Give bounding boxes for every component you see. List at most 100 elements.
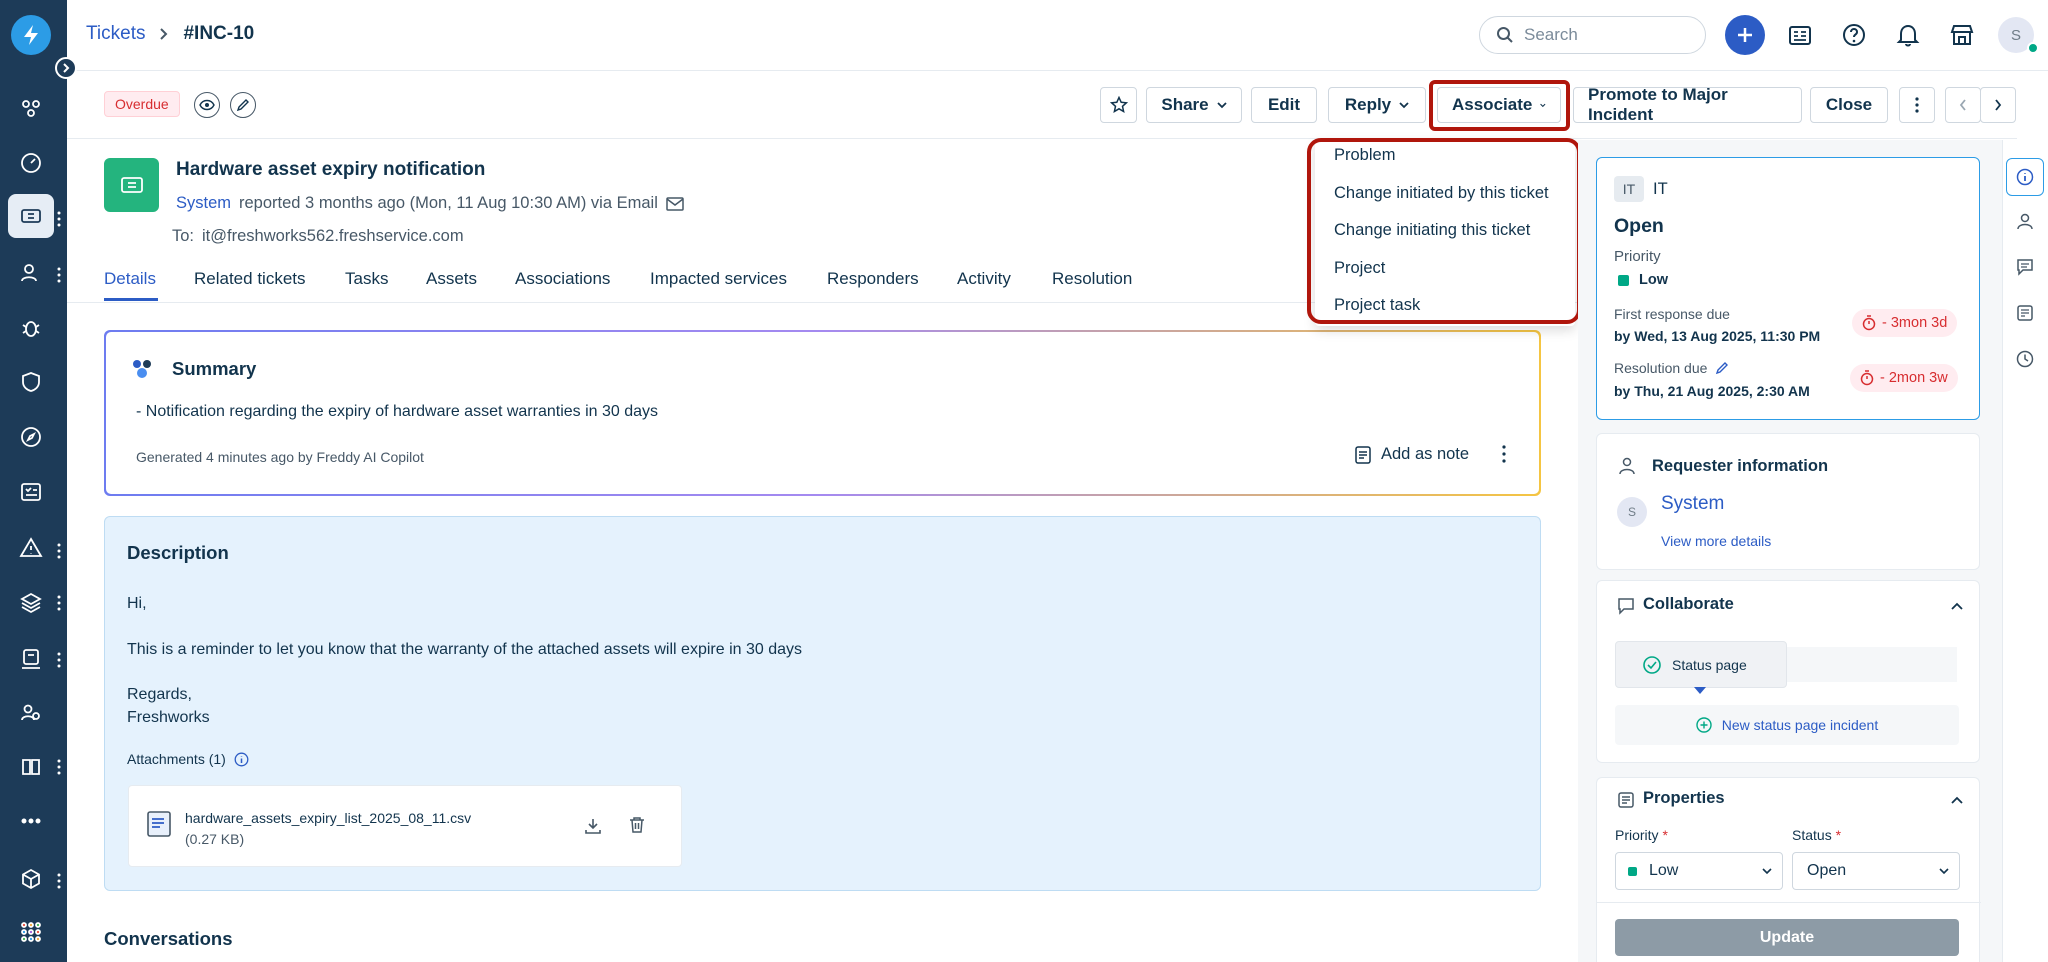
edit-button[interactable]: Edit <box>1251 87 1317 123</box>
search-input[interactable]: Search <box>1479 16 1706 54</box>
plus-icon <box>1738 28 1752 42</box>
more-horizontal-nav-icon[interactable] <box>13 803 49 839</box>
online-status-dot <box>2027 42 2039 54</box>
menu-item-change-initiating[interactable]: Change initiating this ticket <box>1334 221 1530 240</box>
checklist-nav-icon[interactable] <box>13 474 49 510</box>
attachment-file[interactable]: hardware_assets_expiry_list_2025_08_11.c… <box>128 785 682 867</box>
menu-item-project-task[interactable]: Project task <box>1334 296 1420 315</box>
info-icon[interactable] <box>234 752 249 767</box>
add-as-note-button[interactable]: Add as note <box>1355 445 1469 464</box>
layers-nav-icon[interactable] <box>13 585 49 621</box>
chevron-right-icon <box>1995 99 2002 111</box>
chevron-up-icon[interactable] <box>1951 602 1963 610</box>
status-select-value: Open <box>1807 862 1847 879</box>
nav-more-icon[interactable] <box>56 873 62 889</box>
reply-button[interactable]: Reply <box>1328 87 1426 123</box>
view-more-details-link[interactable]: View more details <box>1661 533 1771 549</box>
apps-grid-icon[interactable] <box>13 914 49 950</box>
new-status-page-incident-button[interactable]: New status page incident <box>1615 705 1959 745</box>
tab-tasks[interactable]: Tasks <box>345 269 388 289</box>
speedometer-nav-icon[interactable] <box>13 145 49 181</box>
associate-button[interactable]: Associate <box>1437 87 1561 123</box>
watch-button[interactable] <box>194 92 220 118</box>
contact-icon[interactable] <box>2016 212 2034 230</box>
comments-icon[interactable] <box>2016 258 2034 276</box>
download-icon[interactable] <box>584 817 602 835</box>
priority-label: Priority <box>1614 248 1661 265</box>
status-select[interactable]: Open <box>1792 852 1960 890</box>
nav-more-icon[interactable] <box>56 267 62 283</box>
requester-link[interactable]: System <box>176 194 231 213</box>
share-label: Share <box>1161 95 1209 114</box>
book-nav-icon[interactable] <box>13 749 49 785</box>
chat-icon <box>1618 598 1634 615</box>
tab-details[interactable]: Details <box>104 269 156 289</box>
tab-resolution[interactable]: Resolution <box>1052 269 1132 289</box>
menu-item-project[interactable]: Project <box>1334 259 1385 278</box>
help-button[interactable] <box>1834 15 1874 55</box>
freddy-ai-icon <box>133 360 151 378</box>
tab-impacted-services[interactable]: Impacted services <box>650 269 787 289</box>
notes-icon[interactable] <box>2016 304 2034 322</box>
nav-more-icon[interactable] <box>56 759 62 775</box>
assets-nav-icon[interactable] <box>13 641 49 677</box>
compass-nav-icon[interactable] <box>13 419 49 455</box>
nav-more-icon[interactable] <box>56 652 62 668</box>
priority-select[interactable]: Low <box>1615 852 1783 890</box>
status-page-tab[interactable]: Status page <box>1615 641 1787 688</box>
shield-nav-icon[interactable] <box>13 364 49 400</box>
tab-assets[interactable]: Assets <box>426 269 477 289</box>
dashboard-nav-icon[interactable] <box>13 90 49 126</box>
share-button[interactable]: Share <box>1146 87 1242 123</box>
nav-more-icon[interactable] <box>56 543 62 559</box>
warning-nav-icon[interactable] <box>13 530 49 566</box>
tab-related-tickets[interactable]: Related tickets <box>194 269 306 289</box>
resolution-label-row: Resolution due <box>1614 360 1729 376</box>
promote-major-incident-button[interactable]: Promote to Major Incident <box>1573 85 1802 124</box>
tab-responders[interactable]: Responders <box>827 269 919 289</box>
marketplace-button[interactable] <box>1942 15 1982 55</box>
team-nav-icon[interactable] <box>13 695 49 731</box>
tickets-nav-icon[interactable] <box>8 194 54 238</box>
ticket-title: Hardware asset expiry notification <box>176 159 486 180</box>
nav-more-icon[interactable] <box>56 211 62 227</box>
attachments-label: Attachments (1) <box>127 751 226 767</box>
users-nav-icon[interactable] <box>13 255 49 291</box>
previous-ticket-button[interactable] <box>1945 87 1981 123</box>
expand-nav-button[interactable] <box>55 57 77 79</box>
new-button[interactable] <box>1725 15 1765 55</box>
edit-subject-button[interactable] <box>230 92 256 118</box>
nav-more-icon[interactable] <box>56 595 62 611</box>
favorite-button[interactable] <box>1100 87 1137 123</box>
eye-icon <box>199 99 215 111</box>
breadcrumb-tickets-link[interactable]: Tickets <box>86 23 145 45</box>
reply-label: Reply <box>1344 95 1392 114</box>
catalog-button[interactable] <box>1780 15 1820 55</box>
next-ticket-button[interactable] <box>1980 87 2016 123</box>
chevron-up-icon[interactable] <box>1951 796 1963 804</box>
help-icon <box>1843 24 1865 46</box>
menu-item-problem[interactable]: Problem <box>1334 146 1395 165</box>
csv-file-icon <box>147 811 171 837</box>
pencil-icon[interactable] <box>1715 361 1729 375</box>
properties-title: Properties <box>1643 789 1725 807</box>
info-icon <box>2016 168 2034 186</box>
history-icon[interactable] <box>2016 350 2034 368</box>
status-page-icon <box>1643 655 1661 674</box>
delete-icon[interactable] <box>629 816 645 834</box>
tab-associations[interactable]: Associations <box>515 269 610 289</box>
more-actions-button[interactable] <box>1899 87 1935 123</box>
update-button[interactable]: Update <box>1615 919 1959 956</box>
add-circle-icon <box>1696 717 1712 733</box>
freshservice-logo[interactable] <box>11 15 51 55</box>
menu-item-change-initiated-by[interactable]: Change initiated by this ticket <box>1334 184 1549 203</box>
bug-nav-icon[interactable] <box>13 310 49 346</box>
notifications-button[interactable] <box>1888 15 1928 55</box>
close-ticket-button[interactable]: Close <box>1810 87 1888 123</box>
tab-activity[interactable]: Activity <box>957 269 1011 289</box>
add-note-label: Add as note <box>1381 445 1470 463</box>
cube-nav-icon[interactable] <box>13 861 49 897</box>
requester-name[interactable]: System <box>1661 493 1724 515</box>
ticket-info-tab[interactable] <box>2006 158 2044 196</box>
summary-more-icon[interactable] <box>1502 445 1506 463</box>
